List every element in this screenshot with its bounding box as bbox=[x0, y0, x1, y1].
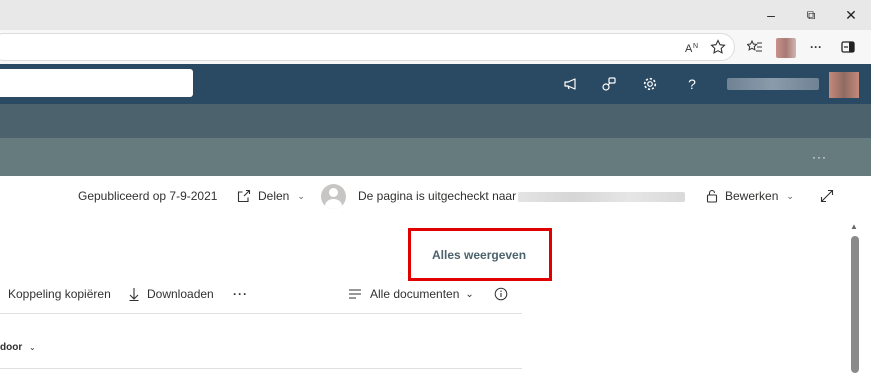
view-selector[interactable]: Alle documenten ⌄ bbox=[348, 283, 474, 305]
profile-avatar[interactable] bbox=[776, 38, 796, 58]
site-navigation bbox=[0, 104, 871, 138]
chevron-down-icon: ⌄ bbox=[29, 343, 36, 352]
copy-link-button[interactable]: Koppeling kopiëren bbox=[8, 283, 111, 305]
favorite-star-icon[interactable] bbox=[707, 30, 729, 64]
favorites-icon[interactable] bbox=[744, 30, 766, 64]
gear-icon[interactable] bbox=[639, 64, 661, 104]
browser-titlebar: – ⧉ ✕ bbox=[0, 0, 871, 30]
browser-toolbar: AN ··· bbox=[0, 30, 871, 64]
download-icon bbox=[129, 287, 139, 301]
close-button[interactable]: ✕ bbox=[831, 0, 871, 30]
user-avatar[interactable] bbox=[829, 72, 859, 98]
chevron-down-icon: ⌄ bbox=[786, 190, 794, 201]
site-header: ··· bbox=[0, 138, 871, 176]
read-aloud-icon[interactable]: AN bbox=[682, 30, 702, 64]
sidebar-toggle-icon[interactable] bbox=[838, 30, 858, 64]
address-bar[interactable] bbox=[0, 33, 735, 61]
view-all-link[interactable]: Alles weergeven bbox=[432, 248, 526, 262]
published-date: Gepubliceerd op 7-9-2021 bbox=[78, 189, 218, 203]
scroll-up-arrow-icon[interactable]: ▲ bbox=[850, 222, 858, 231]
share-button[interactable]: Delen ⌄ bbox=[237, 176, 305, 216]
checkout-status: De pagina is uitgecheckt naar bbox=[358, 189, 517, 203]
svg-text:A: A bbox=[685, 43, 693, 54]
checkout-user-name bbox=[518, 192, 685, 202]
megaphone-icon[interactable] bbox=[560, 64, 582, 104]
scrollbar-thumb[interactable] bbox=[851, 236, 859, 373]
help-icon[interactable]: ? bbox=[681, 64, 703, 104]
lock-icon bbox=[706, 189, 718, 203]
info-icon[interactable] bbox=[494, 283, 508, 305]
chevron-down-icon: ⌄ bbox=[297, 190, 305, 201]
suite-bar: ? bbox=[0, 64, 871, 104]
column-header-label: door bbox=[0, 342, 23, 353]
divider bbox=[0, 313, 522, 314]
column-header-modified-by[interactable]: door ⌄ bbox=[0, 342, 36, 353]
view-lines-icon bbox=[348, 288, 362, 300]
download-label: Downloaden bbox=[147, 287, 214, 301]
search-input[interactable] bbox=[0, 69, 193, 97]
more-menu-icon[interactable]: ··· bbox=[806, 30, 826, 64]
avatar bbox=[321, 184, 346, 209]
share-icon bbox=[237, 189, 251, 203]
share-network-icon[interactable] bbox=[598, 64, 620, 104]
user-name bbox=[727, 78, 819, 90]
edit-button[interactable]: Bewerken ⌄ bbox=[706, 176, 794, 216]
svg-text:N: N bbox=[693, 43, 698, 50]
download-button[interactable]: Downloaden bbox=[129, 283, 214, 305]
expand-icon[interactable] bbox=[820, 176, 834, 216]
share-label: Delen bbox=[258, 189, 290, 203]
view-label: Alle documenten bbox=[370, 287, 460, 301]
chevron-down-icon: ⌄ bbox=[465, 288, 474, 300]
divider bbox=[0, 368, 522, 369]
edit-label: Bewerken bbox=[725, 189, 779, 203]
scrollbar[interactable]: ▲ bbox=[848, 220, 860, 373]
restore-button[interactable]: ⧉ bbox=[791, 0, 831, 30]
library-more-button[interactable]: ··· bbox=[233, 283, 248, 305]
minimize-button[interactable]: – bbox=[751, 0, 791, 30]
site-more-button[interactable]: ··· bbox=[812, 138, 827, 176]
